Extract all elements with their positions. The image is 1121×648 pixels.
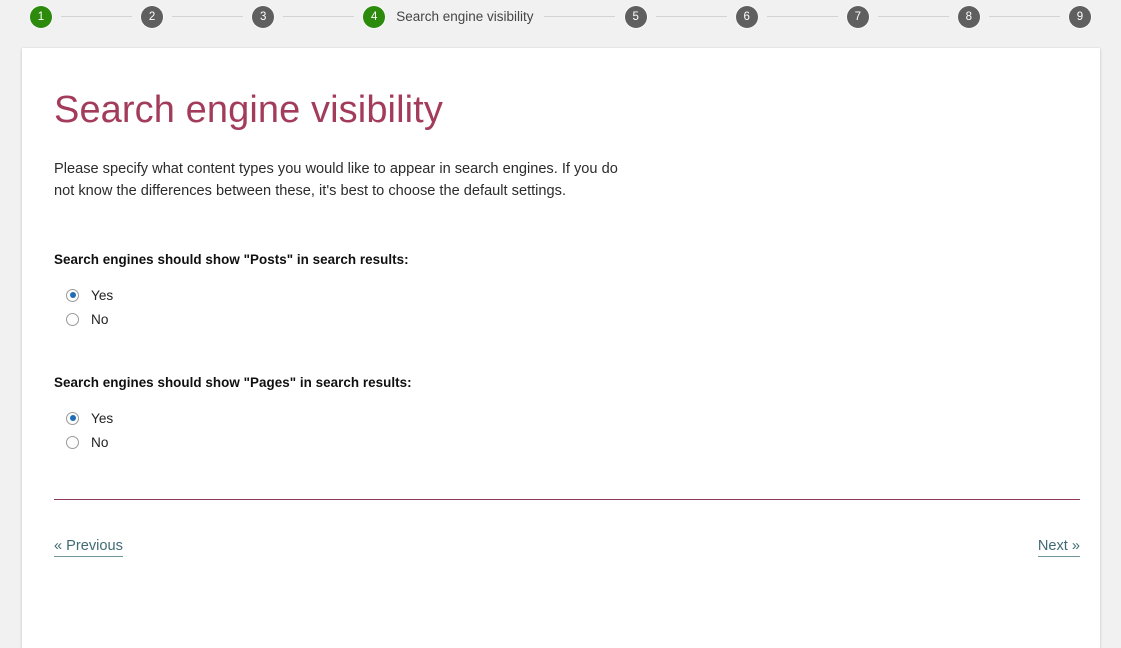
step-number-badge: 6 [735,5,758,28]
step-connector [655,16,727,17]
wizard-step-6[interactable]: 6 [735,5,758,28]
page-title: Search engine visibility [54,89,443,131]
step-connector [766,16,838,17]
radio-option-posts-no[interactable]: No [66,307,1068,331]
radio-button-icon[interactable] [66,435,79,449]
step-number-badge: 4 [363,5,386,28]
step-number-badge: 1 [30,5,52,28]
wizard-step-indicator: 1 2 3 4 Search engine visibility 5 6 7 8… [0,0,1121,33]
radio-option-pages-yes[interactable]: Yes [66,406,1068,430]
question-posts: Search engines should show "Posts" in se… [54,252,1068,331]
step-number-badge: 3 [252,5,275,28]
wizard-step-9[interactable]: 9 [1068,5,1091,28]
step-number-badge: 8 [957,5,980,28]
previous-link[interactable]: « Previous [54,538,123,558]
radio-option-label: No [91,311,109,327]
wizard-step-7[interactable]: 7 [846,5,869,28]
wizard-navigation: « Previous Next » [54,538,1080,558]
intro-paragraph: Please specify what content types you wo… [54,160,618,200]
step-label-active: Search engine visibility [396,9,534,24]
step-number-badge: 2 [141,5,164,28]
question-pages: Search engines should show "Pages" in se… [54,375,1068,454]
radio-option-label: No [91,434,109,450]
radio-button-icon[interactable] [66,411,79,425]
wizard-step-1[interactable]: 1 [30,5,52,28]
step-connector [172,16,244,17]
radio-option-label: Yes [91,410,114,426]
next-link[interactable]: Next » [1037,538,1080,558]
question-posts-label: Search engines should show "Posts" in se… [54,252,409,268]
radio-option-pages-no[interactable]: No [66,430,1068,454]
step-number-badge: 7 [846,5,869,28]
step-connector [877,16,949,17]
section-divider [54,499,1080,501]
radio-option-posts-yes[interactable]: Yes [66,283,1068,307]
wizard-step-3[interactable]: 3 [252,5,275,28]
step-connector [283,16,355,17]
question-pages-label: Search engines should show "Pages" in se… [54,375,412,391]
step-number-badge: 9 [1068,5,1091,28]
radio-button-icon[interactable] [66,312,79,326]
wizard-step-4-active[interactable]: 4 Search engine visibility [363,5,534,28]
step-number-badge: 5 [624,5,647,28]
radio-option-label: Yes [91,287,114,303]
step-connector [61,16,133,17]
wizard-step-8[interactable]: 8 [957,5,980,28]
step-connector [543,16,615,17]
radio-button-icon[interactable] [66,288,79,302]
wizard-step-5[interactable]: 5 [624,5,647,28]
wizard-step-2[interactable]: 2 [141,5,164,28]
wizard-card: Search engine visibility Please specify … [22,48,1100,648]
step-connector [988,16,1060,17]
